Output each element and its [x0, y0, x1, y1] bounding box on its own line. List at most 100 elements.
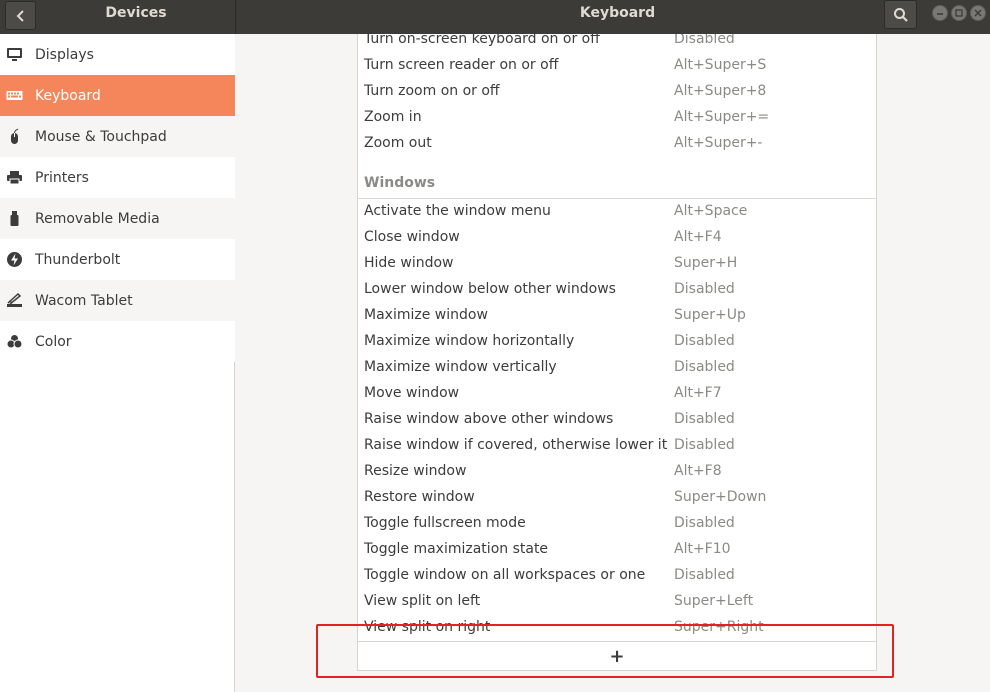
shortcut-accel: Super+Right	[674, 619, 764, 635]
shortcut-accel: Disabled	[674, 333, 735, 349]
sidebar-item-label: Thunderbolt	[35, 251, 121, 268]
shortcut-name: Toggle window on all workspaces or one	[364, 567, 646, 583]
sidebar-item-label: Wacom Tablet	[35, 292, 133, 309]
shortcut-name: Maximize window vertically	[364, 359, 557, 375]
shortcut-accel: Disabled	[674, 34, 735, 47]
shortcut-accel: Disabled	[674, 437, 735, 453]
shortcut-name: Turn on-screen keyboard on or off	[364, 34, 600, 47]
sidebar-item-wacom-tablet[interactable]: Wacom Tablet	[0, 280, 235, 321]
sidebar-item-thunderbolt[interactable]: Thunderbolt	[0, 239, 235, 280]
main-content: Turn on-screen keyboard on or off Disabl…	[236, 34, 990, 692]
keyboard-icon	[6, 87, 23, 104]
shortcut-row[interactable]: Zoom out Alt+Super+-	[358, 131, 876, 157]
shortcut-accel: Super+H	[674, 255, 738, 271]
shortcut-accel: Alt+F4	[674, 229, 722, 245]
maximize-button[interactable]	[951, 5, 967, 21]
shortcut-name: Toggle fullscreen mode	[364, 515, 526, 531]
shortcut-row[interactable]: Close window Alt+F4	[358, 225, 876, 251]
shortcut-name: Zoom out	[364, 135, 432, 151]
shortcut-accel: Disabled	[674, 359, 735, 375]
shortcut-accel: Super+Up	[674, 307, 746, 323]
shortcut-accel: Disabled	[674, 281, 735, 297]
usb-icon	[6, 210, 23, 227]
display-icon	[6, 46, 23, 63]
plus-icon: +	[609, 645, 625, 667]
sidebar-item-removable-media[interactable]: Removable Media	[0, 198, 235, 239]
shortcut-name: Hide window	[364, 255, 454, 271]
shortcut-name: Maximize window	[364, 307, 488, 323]
sidebar-item-keyboard[interactable]: Keyboard	[0, 75, 235, 116]
shortcut-accel: Disabled	[674, 567, 735, 583]
add-shortcut-button[interactable]: +	[357, 641, 877, 671]
back-button[interactable]	[5, 1, 36, 30]
tablet-icon	[6, 292, 23, 309]
mouse-icon	[6, 128, 23, 145]
shortcut-name: Toggle maximization state	[364, 541, 549, 557]
shortcut-row[interactable]: Turn screen reader on or off Alt+Super+S	[358, 53, 876, 79]
shortcut-name: Resize window	[364, 463, 467, 479]
minimize-icon	[937, 13, 943, 15]
close-button[interactable]	[970, 5, 986, 21]
shortcut-row[interactable]: Toggle fullscreen mode Disabled	[358, 511, 876, 537]
shortcut-row[interactable]: View split on right Super+Right	[358, 615, 876, 641]
shortcut-row[interactable]: View split on left Super+Left	[358, 589, 876, 615]
shortcut-accel: Alt+Space	[674, 203, 748, 219]
shortcut-row[interactable]: Move window Alt+F7	[358, 381, 876, 407]
shortcut-row[interactable]: Toggle maximization state Alt+F10	[358, 537, 876, 563]
shortcut-list: Turn on-screen keyboard on or off Disabl…	[357, 34, 877, 671]
shortcut-accel: Super+Left	[674, 593, 754, 609]
shortcut-name: Restore window	[364, 489, 475, 505]
shortcut-name: Move window	[364, 385, 460, 401]
shortcut-accel: Alt+F10	[674, 541, 731, 557]
shortcut-accel: Alt+Super+-	[674, 135, 763, 151]
shortcut-row[interactable]: Raise window above other windows Disable…	[358, 407, 876, 433]
search-icon	[893, 7, 908, 22]
color-icon	[6, 333, 23, 350]
shortcut-row[interactable]: Maximize window vertically Disabled	[358, 355, 876, 381]
sidebar-title: Devices	[105, 5, 167, 21]
sidebar-item-color[interactable]: Color	[0, 321, 235, 362]
shortcut-accel: Alt+F8	[674, 463, 722, 479]
shortcut-accel: Alt+Super+=	[674, 109, 770, 125]
shortcut-name: Close window	[364, 229, 460, 245]
sidebar-item-mouse-touchpad[interactable]: Mouse & Touchpad	[0, 116, 235, 157]
sidebar-item-label: Printers	[35, 169, 89, 186]
shortcut-row[interactable]: Turn on-screen keyboard on or off Disabl…	[358, 34, 876, 53]
shortcut-row[interactable]: Resize window Alt+F8	[358, 459, 876, 485]
sidebar-item-printers[interactable]: Printers	[0, 157, 235, 198]
sidebar-item-displays[interactable]: Displays	[0, 34, 235, 75]
shortcut-accel: Alt+Super+8	[674, 83, 767, 99]
shortcut-row[interactable]: Zoom in Alt+Super+=	[358, 105, 876, 131]
shortcut-row[interactable]: Toggle window on all workspaces or one D…	[358, 563, 876, 589]
shortcut-accel: Alt+F7	[674, 385, 722, 401]
shortcut-name: Raise window if covered, otherwise lower…	[364, 437, 668, 453]
shortcut-name: Lower window below other windows	[364, 281, 616, 297]
minimize-button[interactable]	[932, 5, 948, 21]
shortcut-row[interactable]: Hide window Super+H	[358, 251, 876, 277]
shortcut-row[interactable]: Raise window if covered, otherwise lower…	[358, 433, 876, 459]
shortcut-name: Turn zoom on or off	[364, 83, 500, 99]
sidebar: Displays Keyboard Mouse & Touchpad Print…	[0, 34, 235, 692]
sidebar-item-label: Keyboard	[35, 87, 101, 104]
section-heading-windows: Windows	[364, 175, 436, 191]
shortcut-row[interactable]: Restore window Super+Down	[358, 485, 876, 511]
shortcut-row[interactable]: Maximize window Super+Up	[358, 303, 876, 329]
shortcut-accel: Disabled	[674, 515, 735, 531]
shortcut-accel: Super+Down	[674, 489, 767, 505]
sidebar-item-label: Color	[35, 333, 72, 350]
shortcut-name: View split on right	[364, 619, 491, 635]
shortcut-name: View split on left	[364, 593, 481, 609]
shortcut-row[interactable]: Maximize window horizontally Disabled	[358, 329, 876, 355]
shortcut-name: Turn screen reader on or off	[364, 57, 559, 73]
close-icon	[974, 9, 982, 17]
shortcut-accel: Disabled	[674, 411, 735, 427]
shortcut-name: Maximize window horizontally	[364, 333, 575, 349]
shortcut-row[interactable]: Lower window below other windows Disable…	[358, 277, 876, 303]
shortcut-row[interactable]: Activate the window menu Alt+Space	[358, 199, 876, 225]
sidebar-item-label: Mouse & Touchpad	[35, 128, 167, 145]
header-bar: Devices Keyboard	[0, 0, 990, 34]
shortcut-name: Zoom in	[364, 109, 422, 125]
search-button[interactable]	[884, 0, 917, 29]
thunderbolt-icon	[6, 251, 23, 268]
shortcut-row[interactable]: Turn zoom on or off Alt+Super+8	[358, 79, 876, 105]
